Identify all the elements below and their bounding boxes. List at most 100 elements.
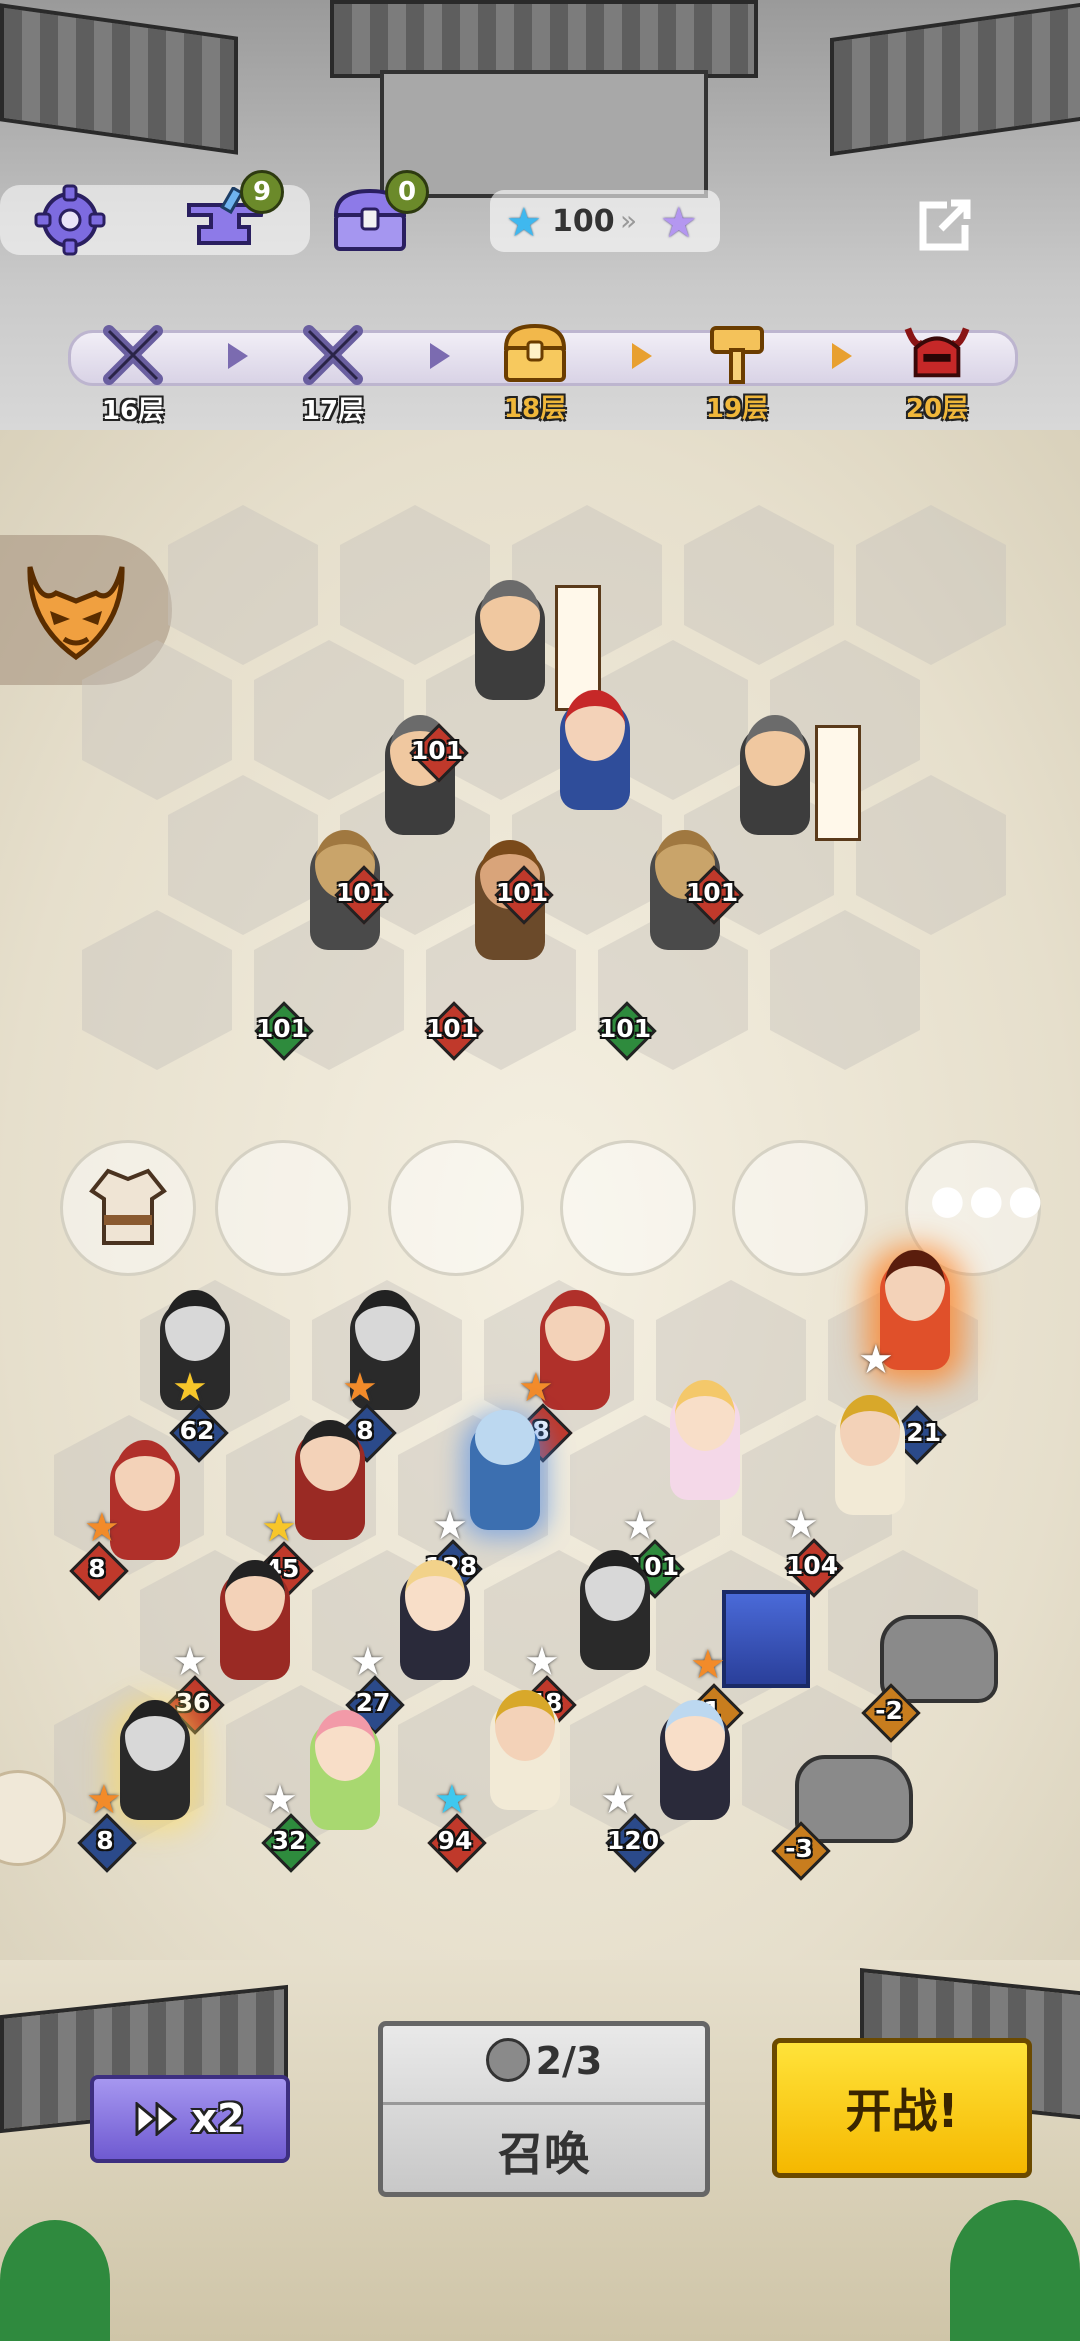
crossed-swords-icon (303, 325, 363, 385)
enemy-level: 101 (425, 1013, 479, 1043)
tree-right (950, 2200, 1080, 2341)
exit-button[interactable] (905, 190, 985, 260)
stage-19: 19层 (682, 318, 792, 425)
hero-level: 104 (785, 1550, 839, 1580)
orange-star-icon: ★ (342, 1365, 378, 1411)
summon-count-row: 2/3 (383, 2038, 705, 2083)
white-star-icon: ★ (858, 1337, 894, 1383)
stage-17: 17层 (278, 320, 388, 427)
enemy-banner (815, 725, 861, 841)
speed-button[interactable]: x2 (90, 2075, 290, 2163)
stage-16-label: 16层 (101, 396, 165, 426)
blue-star-icon: ★ (506, 200, 542, 246)
enemy-level: 101 (598, 1013, 652, 1043)
enemy-level-tag: 101 (597, 1001, 657, 1061)
orange-star-icon: ★ (86, 1777, 122, 1823)
stage-18-label: 18层 (503, 394, 567, 424)
rock-level-tag: -3 (771, 1821, 831, 1881)
orange-star-icon: ★ (518, 1365, 554, 1411)
equipment-slot[interactable] (388, 1140, 524, 1276)
stage-18: 18层 (480, 318, 590, 425)
exit-icon (919, 199, 971, 251)
hero-level: 8 (88, 1553, 106, 1583)
hero-flower-unit[interactable]: ★ 101 (622, 1380, 760, 1599)
orange-star-icon: ★ (84, 1505, 120, 1551)
stage-arrow-icon (632, 343, 652, 369)
stage-16: 16层 (78, 320, 188, 427)
white-star-icon: ★ (350, 1639, 386, 1685)
treasure-chest-icon (503, 323, 567, 382)
hero-reaper-unit[interactable]: ★ 48 (517, 1550, 670, 1735)
crossed-swords-icon (103, 325, 163, 385)
enemy-boss-unit[interactable] (540, 690, 650, 840)
anvil-count-badge: 9 (240, 170, 284, 214)
hero-reaper-unit[interactable]: ★ 8 (330, 1290, 440, 1463)
tree-left (0, 2220, 110, 2341)
enemy-level-tag: 101 (424, 1001, 484, 1061)
hero-fire-unit[interactable]: ★ 121 (858, 1250, 970, 1465)
rock-level-tag: -2 (861, 1683, 921, 1743)
enemy-level: 101 (495, 877, 549, 907)
hero-priest-unit[interactable]: ★ 104 (783, 1395, 925, 1598)
hero-level: 94 (437, 1825, 473, 1855)
cyan-star-icon: ★ (434, 1777, 470, 1823)
stage-19-label: 19层 (705, 394, 769, 424)
hero-spear-unit[interactable]: ★ 36 (165, 1560, 310, 1735)
enemy-level: 101 (410, 735, 464, 765)
temple-roof (330, 0, 758, 78)
white-star-icon: ★ (600, 1777, 636, 1823)
white-star-icon: ★ (524, 1639, 560, 1685)
enemy-unit[interactable]: 101 (630, 830, 744, 980)
left-house-roof (0, 3, 238, 155)
white-star-icon: ★ (432, 1503, 468, 1549)
star-value: 100 (552, 204, 615, 239)
right-house-roof (830, 1, 1080, 157)
stage-arrow-icon (228, 343, 248, 369)
rock-level: -3 (785, 1833, 813, 1863)
summon-label: 召唤 (498, 2127, 590, 2181)
speed-label: x2 (191, 2096, 245, 2142)
equipment-slot[interactable] (60, 1140, 196, 1276)
stage-arrow-icon (832, 343, 852, 369)
equipment-slot[interactable] (732, 1140, 868, 1276)
stage-20-label: 20层 (905, 394, 969, 424)
chevron-right-icon: » (620, 204, 638, 237)
hero-archer-unit[interactable]: ★ 32 (261, 1710, 400, 1873)
enemy-level: 101 (255, 1013, 309, 1043)
summon-button[interactable]: 2/3 召唤 (378, 2021, 710, 2197)
hero-level: 120 (606, 1825, 660, 1855)
chest-count-badge: 0 (385, 170, 429, 214)
enemy-unit[interactable]: 101 (290, 830, 400, 980)
hero-reaper-unit[interactable]: ★ 62 (140, 1290, 250, 1463)
gold-star-icon: ★ (172, 1365, 208, 1411)
stage-arrow-icon (430, 343, 450, 369)
equipment-slot[interactable] (560, 1140, 696, 1276)
star-progress-panel: ★ 100 » ★ (490, 190, 720, 252)
gear-icon (34, 184, 106, 256)
hero-priest-unit[interactable]: ★ 94 (427, 1690, 580, 1873)
hammer-icon (710, 326, 764, 384)
stage-17-label: 17层 (301, 396, 365, 426)
gold-star-icon: ★ (261, 1505, 297, 1551)
hero-ice-unit[interactable]: ★ 128 (423, 1410, 560, 1599)
start-battle-button[interactable]: 开战! (772, 2038, 1032, 2178)
enemy-level-tag: 101 (254, 1001, 314, 1061)
hero-level: 32 (271, 1825, 307, 1855)
summon-count: 2/3 (535, 2039, 603, 2083)
hero-level: 8 (96, 1825, 114, 1855)
coin-icon (485, 2038, 530, 2082)
hero-reaper-unit[interactable]: ★ 8 (77, 1700, 210, 1873)
temple-hall (380, 70, 708, 198)
equipment-slot[interactable] (215, 1140, 351, 1276)
enemy-unit[interactable]: 101 (455, 840, 565, 990)
settings-button[interactable] (30, 180, 110, 260)
hero-spear-unit[interactable]: ★ 8 (69, 1440, 200, 1601)
stage-20: 20层 (882, 318, 992, 425)
summon-divider (383, 2102, 705, 2105)
hero-spear-unit[interactable]: ★ 45 (254, 1420, 385, 1601)
enemy-level: 101 (335, 877, 389, 907)
hero-maid-unit[interactable]: ★ 27 (345, 1560, 490, 1735)
white-star-icon: ★ (172, 1639, 208, 1685)
hero-maid-unit[interactable]: ★ 120 (600, 1700, 750, 1873)
armor-icon (89, 1168, 167, 1245)
